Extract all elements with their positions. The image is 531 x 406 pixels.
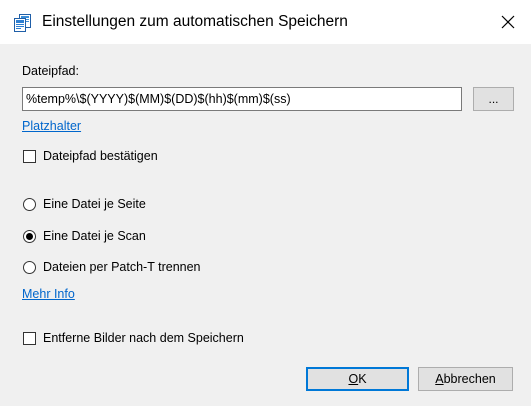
radio-split-by-patch-t[interactable] [23, 261, 36, 274]
remove-images-label[interactable]: Entferne Bilder nach dem Speichern [43, 330, 244, 346]
radio-one-file-per-page[interactable] [23, 198, 36, 211]
app-documents-icon [14, 14, 32, 32]
radio-one-file-per-scan-label[interactable]: Eine Datei je Scan [43, 228, 146, 244]
close-button[interactable] [485, 0, 531, 44]
close-icon [501, 15, 515, 29]
window-title: Einstellungen zum automatischen Speicher… [42, 13, 348, 30]
title-bar: Einstellungen zum automatischen Speicher… [0, 0, 531, 44]
dialog-content: Dateipfad: ... Platzhalter Dateipfad bes… [0, 44, 531, 406]
confirm-path-label[interactable]: Dateipfad bestätigen [43, 148, 158, 164]
browse-button[interactable]: ... [473, 87, 514, 111]
cancel-button[interactable]: Abbrechen [418, 367, 513, 391]
filepath-label: Dateipfad: [22, 64, 79, 78]
filepath-input[interactable] [22, 87, 462, 111]
radio-one-file-per-scan[interactable] [23, 230, 36, 243]
placeholder-link[interactable]: Platzhalter [22, 118, 81, 134]
ok-button[interactable]: OK [306, 367, 409, 391]
remove-images-checkbox[interactable] [23, 332, 36, 345]
cancel-button-mnemonic: A [435, 372, 444, 386]
more-info-link[interactable]: Mehr Info [22, 286, 75, 302]
autosave-settings-dialog: Einstellungen zum automatischen Speicher… [0, 0, 531, 406]
ok-button-mnemonic: O [348, 372, 359, 386]
radio-one-file-per-page-label[interactable]: Eine Datei je Seite [43, 196, 146, 212]
cancel-button-label-rest: bbrechen [443, 372, 496, 386]
confirm-path-checkbox[interactable] [23, 150, 36, 163]
radio-split-by-patch-t-label[interactable]: Dateien per Patch-T trennen [43, 259, 201, 275]
ok-button-label-rest: K [358, 372, 367, 386]
